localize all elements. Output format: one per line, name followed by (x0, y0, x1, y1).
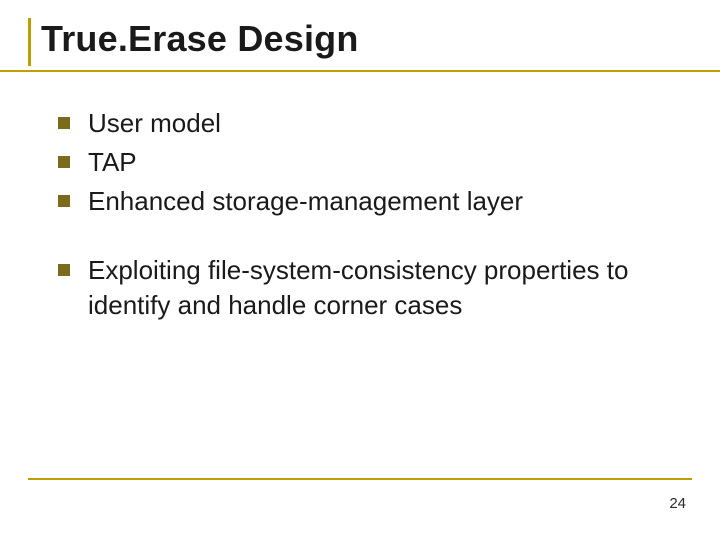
list-item: TAP (52, 145, 678, 180)
list-item: User model (52, 106, 678, 141)
bullet-group-2: Exploiting file-system-consistency prope… (52, 253, 678, 323)
list-item: Enhanced storage-management layer (52, 184, 678, 219)
slide-title: True.Erase Design (41, 18, 692, 60)
list-item: Exploiting file-system-consistency prope… (52, 253, 678, 323)
title-wrap: True.Erase Design (28, 18, 692, 66)
bottom-rule (28, 478, 692, 480)
bullet-group-1: User model TAP Enhanced storage-manageme… (52, 106, 678, 219)
content: User model TAP Enhanced storage-manageme… (28, 72, 692, 323)
spacer (52, 223, 678, 253)
slide: True.Erase Design User model TAP Enhance… (0, 0, 720, 540)
page-number: 24 (669, 495, 686, 512)
